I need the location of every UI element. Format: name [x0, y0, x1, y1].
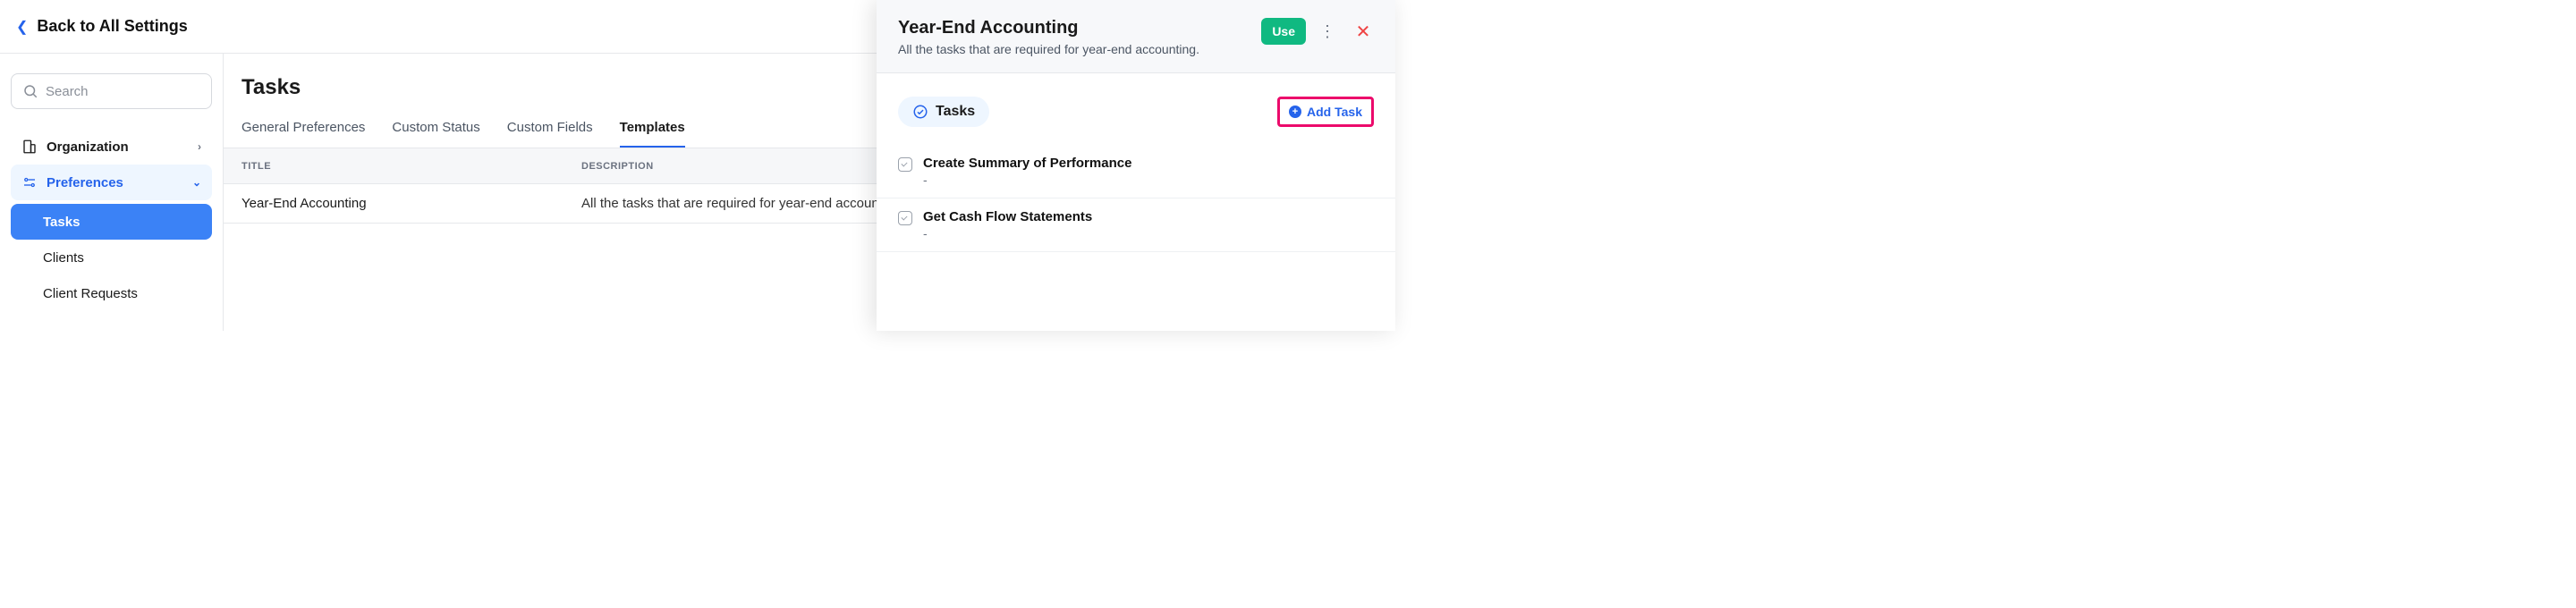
task-desc: -	[923, 173, 1374, 187]
tab-custom-fields[interactable]: Custom Fields	[507, 120, 593, 148]
checkbox-icon[interactable]	[898, 211, 912, 225]
use-button[interactable]: Use	[1261, 18, 1306, 45]
add-task-label: Add Task	[1307, 105, 1362, 119]
task-row[interactable]: Create Summary of Performance -	[877, 145, 1395, 198]
close-icon: ✕	[1356, 21, 1371, 43]
sidebar-item-label: Organization	[47, 139, 129, 155]
task-title: Create Summary of Performance	[923, 156, 1374, 171]
tab-templates[interactable]: Templates	[620, 120, 685, 148]
sidebar-sub-client-requests[interactable]: Client Requests	[11, 275, 212, 311]
pill-label: Tasks	[936, 104, 975, 120]
settings-sidebar: Organization › Preferences ⌄ Tasks Clien…	[0, 54, 224, 331]
sidebar-sub-tasks[interactable]: Tasks	[11, 204, 212, 240]
task-desc: -	[923, 226, 1374, 241]
back-label: Back to All Settings	[37, 17, 187, 36]
search-input[interactable]	[46, 84, 224, 99]
organization-icon	[21, 139, 38, 155]
check-circle-icon	[912, 104, 928, 120]
panel-header: Year-End Accounting All the tasks that a…	[877, 0, 1395, 73]
search-icon	[22, 83, 38, 99]
panel-title: Year-End Accounting	[898, 18, 1250, 38]
sidebar-item-label: Preferences	[47, 175, 123, 190]
preferences-sub-list: Tasks Clients Client Requests	[11, 204, 212, 311]
sidebar-item-preferences[interactable]: Preferences ⌄	[11, 165, 212, 200]
preferences-icon	[21, 174, 38, 190]
chevron-down-icon: ⌄	[192, 176, 201, 189]
chevron-right-icon: ›	[198, 140, 201, 153]
more-vertical-icon: ⋮	[1319, 22, 1335, 41]
tasks-pill[interactable]: Tasks	[898, 97, 989, 127]
more-options-button[interactable]: ⋮	[1317, 18, 1338, 45]
checkbox-icon[interactable]	[898, 157, 912, 172]
tab-custom-status[interactable]: Custom Status	[392, 120, 479, 148]
sidebar-item-organization[interactable]: Organization ›	[11, 129, 212, 165]
task-row[interactable]: Get Cash Flow Statements -	[877, 198, 1395, 252]
sidebar-sub-clients[interactable]: Clients	[11, 240, 212, 275]
back-to-settings-link[interactable]: ❮ Back to All Settings	[16, 17, 188, 36]
row-title: Year-End Accounting	[242, 196, 581, 211]
close-panel-button[interactable]: ✕	[1352, 18, 1374, 45]
chevron-left-icon: ❮	[16, 18, 28, 36]
add-task-button[interactable]: + Add Task	[1277, 97, 1374, 127]
panel-toolbar: Tasks + Add Task	[877, 73, 1395, 145]
template-detail-panel: Year-End Accounting All the tasks that a…	[877, 0, 1395, 331]
search-input-wrap[interactable]	[11, 73, 212, 109]
task-title: Get Cash Flow Statements	[923, 209, 1374, 224]
plus-circle-icon: +	[1289, 106, 1301, 118]
tab-general-preferences[interactable]: General Preferences	[242, 120, 365, 148]
col-title: TITLE	[242, 161, 581, 172]
panel-subtitle: All the tasks that are required for year…	[898, 42, 1250, 56]
